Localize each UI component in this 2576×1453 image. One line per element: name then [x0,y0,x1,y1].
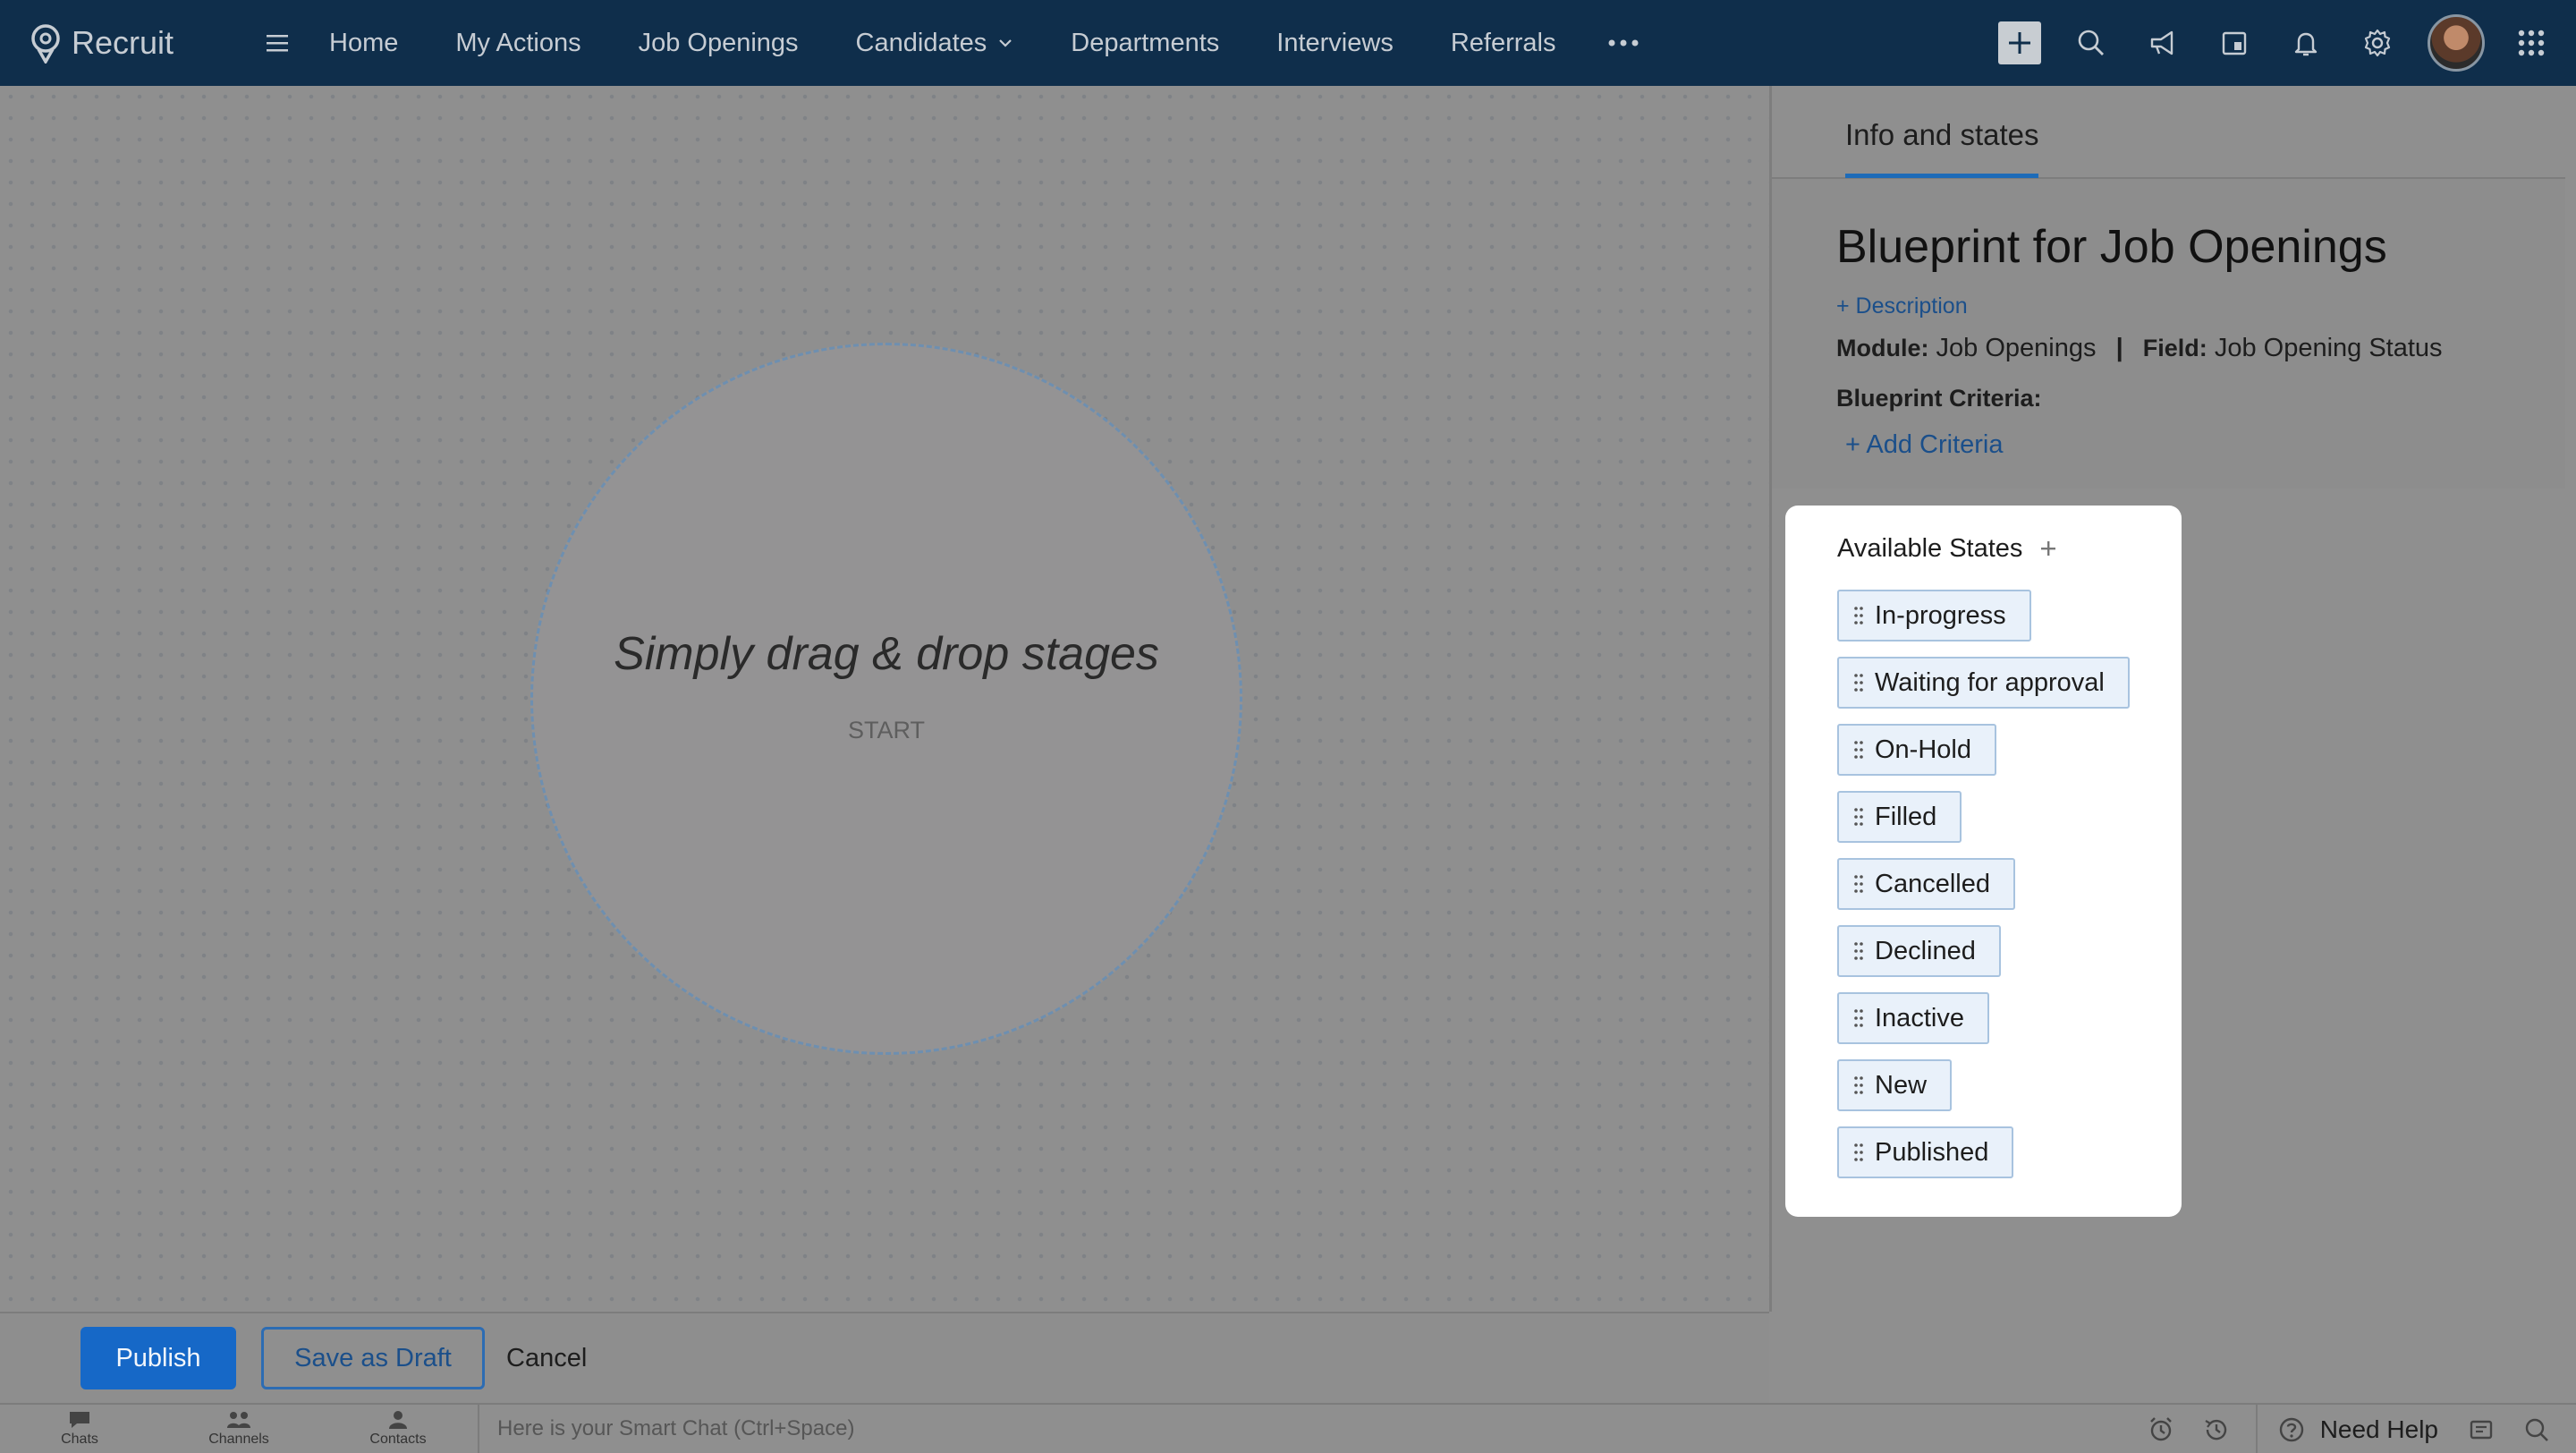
user-avatar[interactable] [2428,14,2485,72]
help-icon [2275,1414,2308,1446]
footer-tab-chats[interactable]: Chats [0,1404,159,1453]
blueprint-canvas[interactable]: Simply drag & drop stages START [0,86,1769,1312]
nav-item-candidates-label: Candidates [855,28,987,57]
footer-tab-label: Contacts [369,1432,427,1447]
chat-bubble-icon [70,1412,89,1428]
field-value: Job Opening Status [2214,334,2443,362]
add-criteria-link[interactable]: + Add Criteria [1845,430,2565,460]
add-state-icon[interactable] [2038,539,2058,558]
nav-item-my-actions[interactable]: My Actions [455,29,580,58]
chevron-down-icon [997,38,1013,48]
nav-item-referrals[interactable]: Referrals [1451,29,1556,58]
field-label: Field: [2142,335,2207,361]
main-nav: Home My Actions Job Openings Candidates … [329,25,1641,61]
announcement-icon[interactable] [2141,21,2184,64]
panel-tabbar: Info and states [1772,86,2565,179]
footer-tools: Need Help [2145,1405,2576,1453]
available-states-header: Available States [1837,531,2182,566]
state-list: In-progress Waiting for approval On-Hold… [1837,590,2182,1178]
state-label: Inactive [1875,1003,1964,1032]
publish-button[interactable]: Publish [80,1327,236,1389]
bell-icon[interactable] [2284,21,2327,64]
action-bar: Publish Save as Draft Cancel [0,1312,1769,1403]
drop-zone[interactable]: Simply drag & drop stages START [530,343,1242,1055]
nav-item-candidates[interactable]: Candidates [856,29,1014,58]
search-icon[interactable] [2521,1414,2553,1446]
drag-handle-icon[interactable] [1853,672,1864,693]
state-label: Filled [1875,802,1937,831]
brand[interactable]: Recruit [27,21,206,64]
cancel-button[interactable]: Cancel [506,1344,587,1373]
contact-icon [389,1411,407,1429]
alarm-icon[interactable] [2145,1414,2177,1446]
save-as-draft-button[interactable]: Save as Draft [261,1327,485,1389]
blueprint-title: Blueprint for Job Openings [1836,221,2387,273]
drop-zone-title: Simply drag & drop stages [614,627,1159,680]
state-item[interactable]: Declined [1837,925,2001,977]
state-item[interactable]: New [1837,1059,1953,1111]
state-label: Waiting for approval [1875,667,2105,697]
footer-tab-contacts[interactable]: Contacts [318,1404,478,1453]
state-item[interactable]: Published [1837,1126,2014,1178]
calendar-icon[interactable] [2213,21,2256,64]
available-states-title: Available States [1837,533,2023,563]
state-item[interactable]: Filled [1837,791,1962,843]
app-name: Recruit [72,24,174,61]
footer-tab-label: Chats [61,1432,98,1447]
apps-grid-icon[interactable] [2513,25,2549,61]
state-item[interactable]: Inactive [1837,992,1989,1044]
state-label: In-progress [1875,600,2006,630]
criteria-label: Blueprint Criteria: [1836,385,2042,412]
drag-handle-icon[interactable] [1853,806,1864,828]
state-label: Cancelled [1875,869,1990,898]
nav-item-interviews[interactable]: Interviews [1276,29,1394,58]
tab-info-and-states[interactable]: Info and states [1845,118,2039,178]
add-description-link[interactable]: + Description [1836,293,2565,319]
smart-chat-input[interactable]: Here is your Smart Chat (Ctrl+Space) [478,1404,2177,1453]
add-icon[interactable] [1998,21,2041,64]
meta-separator: | [2115,334,2123,362]
drag-handle-icon[interactable] [1853,605,1864,626]
feedback-icon[interactable] [2465,1414,2497,1446]
module-label: Module: [1836,335,1929,361]
state-item[interactable]: On-Hold [1837,724,1996,776]
drag-handle-icon[interactable] [1853,1007,1864,1029]
drag-handle-icon[interactable] [1853,1142,1864,1163]
available-states-card: Available States In-progress Waiting for… [1785,506,2182,1217]
nav-item-home[interactable]: Home [329,29,398,58]
start-label: START [847,716,925,743]
need-help-button[interactable]: Need Help [2255,1405,2438,1453]
search-icon[interactable] [2070,21,2113,64]
top-navigation-bar: Recruit Home My Actions Job Openings Can… [0,0,2576,86]
footer-tab-channels[interactable]: Channels [159,1404,318,1453]
module-value: Job Openings [1936,334,2097,362]
gear-icon[interactable] [2356,21,2399,64]
state-label: Declined [1875,936,1976,965]
topbar-actions [1998,0,2576,86]
state-label: On-Hold [1875,735,1971,764]
state-item[interactable]: In-progress [1837,590,2031,642]
recruit-logo-icon [27,21,64,64]
state-item[interactable]: Waiting for approval [1837,657,2130,709]
state-label: Published [1875,1137,1989,1167]
drag-handle-icon[interactable] [1853,940,1864,962]
history-icon[interactable] [2200,1414,2233,1446]
drag-handle-icon[interactable] [1853,1075,1864,1096]
state-item[interactable]: Cancelled [1837,858,2015,910]
menu-icon[interactable] [261,27,293,59]
blueprint-meta: Module: Job Openings | Field: Job Openin… [1836,334,2565,363]
footer-bar: Chats Channels Contacts Here is your Sma… [0,1403,2576,1453]
blueprint-info: Blueprint for Job Openings + Description… [1772,179,2565,489]
drag-handle-icon[interactable] [1853,739,1864,760]
state-label: New [1875,1070,1928,1100]
nav-item-job-openings[interactable]: Job Openings [639,29,799,58]
drag-handle-icon[interactable] [1853,873,1864,895]
footer-tab-label: Channels [208,1432,269,1447]
more-icon[interactable] [1606,25,1641,61]
nav-item-departments[interactable]: Departments [1071,29,1219,58]
need-help-label: Need Help [2319,1415,2438,1443]
group-icon [227,1412,250,1428]
